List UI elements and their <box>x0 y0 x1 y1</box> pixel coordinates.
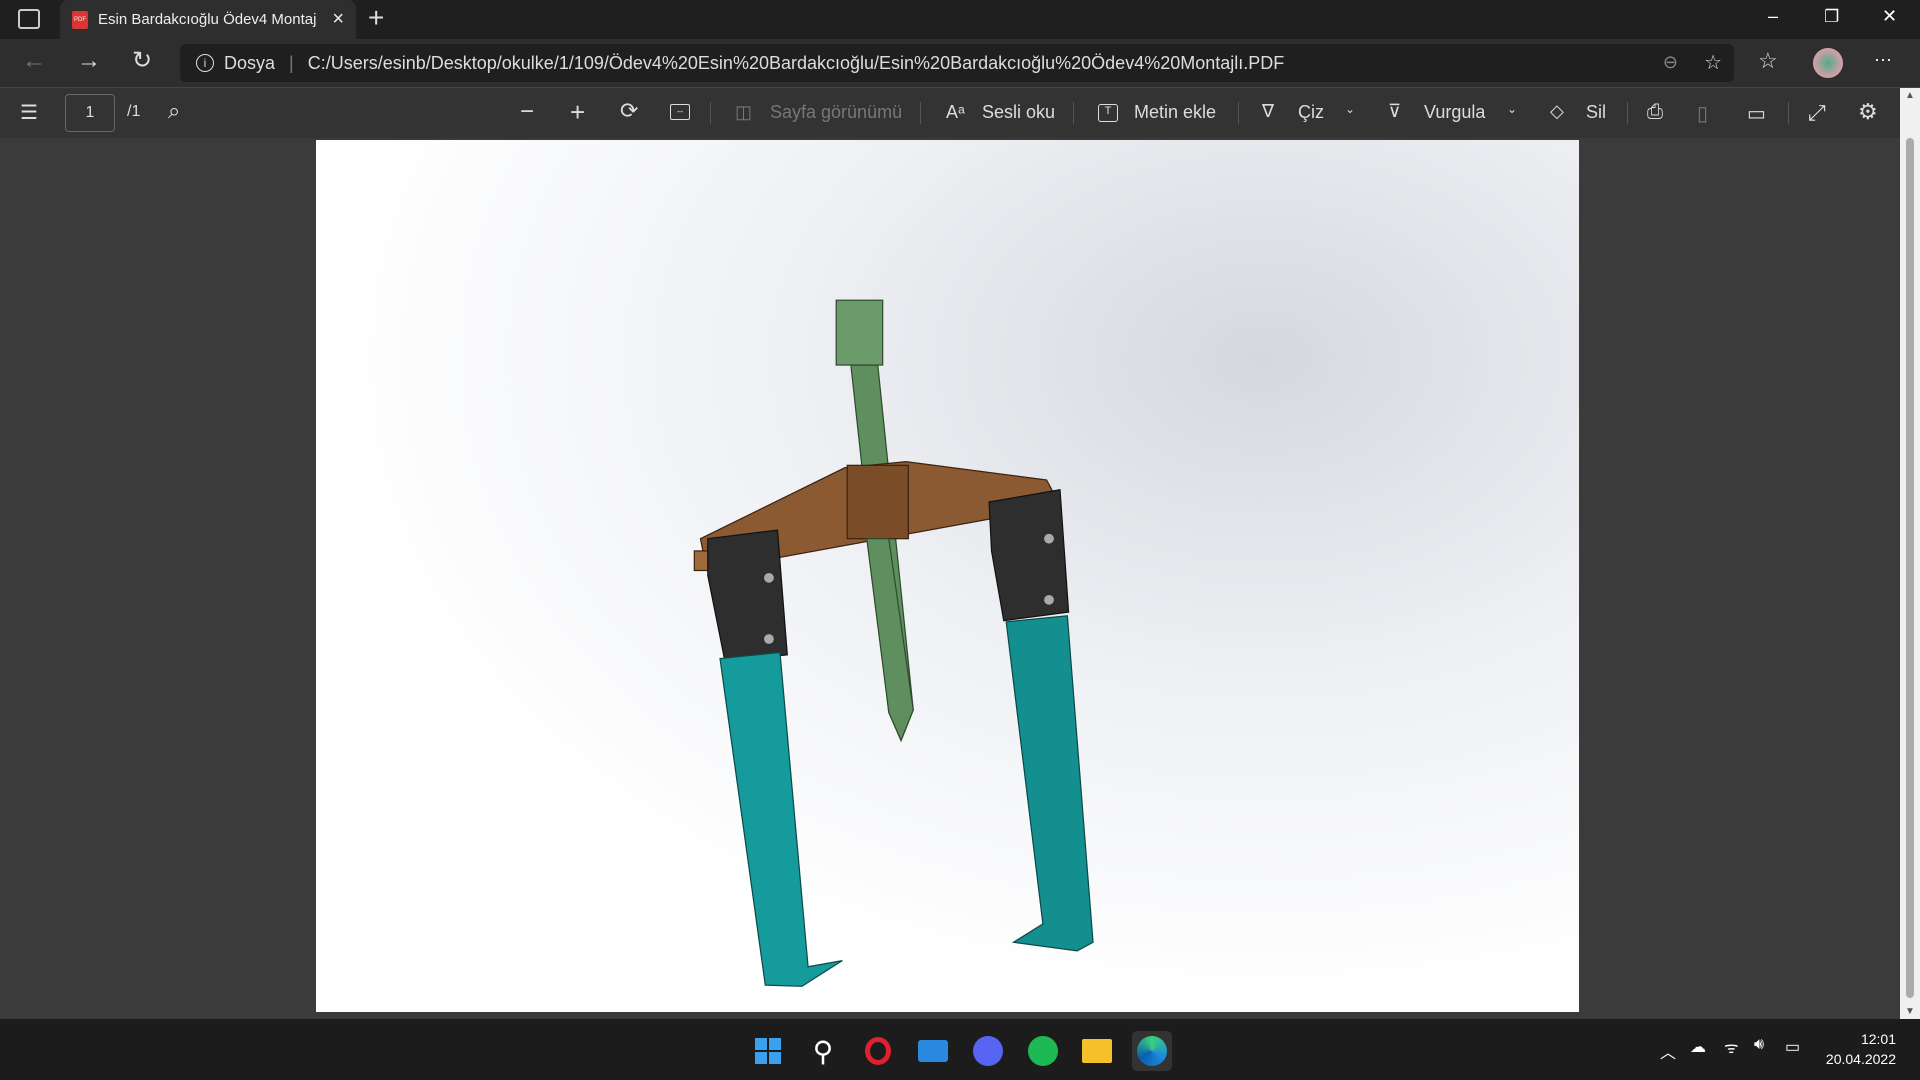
onedrive-cloud-icon[interactable]: ☁ <box>1690 1037 1706 1057</box>
vertical-scrollbar[interactable]: ▲ ▼ <box>1900 88 1920 1019</box>
zoom-out-button[interactable]: − <box>520 98 534 126</box>
add-favorite-icon[interactable]: ☆ <box>1704 50 1722 75</box>
save-as-icon[interactable]: ▭ <box>1747 101 1766 126</box>
more-menu-button[interactable]: ··· <box>1874 49 1892 70</box>
fit-width-icon[interactable]: ↔ <box>670 104 690 120</box>
info-icon[interactable]: i <box>196 54 214 72</box>
save-icon: ▯ <box>1697 101 1708 126</box>
read-aloud-button[interactable]: Sesli oku <box>982 102 1055 123</box>
battery-charging-icon[interactable]: ▭ <box>1785 1037 1800 1057</box>
clock-time[interactable]: 12:01 <box>1861 1031 1896 1047</box>
rotate-icon[interactable]: ⟳ <box>620 98 638 124</box>
zoom-in-button[interactable]: + <box>570 97 585 128</box>
taskbar: ⚲ ︿ ☁ ᯤ 🔊︎ ▭ 12:01 20.04.2022 <box>0 1019 1920 1080</box>
search-icon[interactable]: ⚲ <box>803 1031 843 1071</box>
right-leg <box>1006 616 1093 951</box>
pdf-toolbar: ☰ 1 /1 ⌕ − + ⟳ ↔ ◫ Sayfa görünümü A︎ᵃ Se… <box>0 88 1900 138</box>
minimize-button[interactable]: – <box>1768 6 1778 27</box>
highlight-button[interactable]: Vurgula <box>1424 102 1485 123</box>
spotify-icon[interactable] <box>1023 1031 1063 1071</box>
page-view-icon: ◫ <box>735 102 752 123</box>
fullscreen-icon[interactable]: ⤢ <box>1808 100 1826 126</box>
read-aloud-icon: A︎ᵃ <box>946 102 965 123</box>
address-row: ← → ↻ i Dosya | C:/Users/esinb/Desktop/o… <box>0 39 1920 88</box>
back-arrow-icon[interactable]: ← <box>22 47 46 75</box>
page-total: /1 <box>127 103 140 121</box>
site-label: Dosya <box>224 53 275 74</box>
refresh-icon[interactable]: ↻ <box>132 46 152 75</box>
draw-pen-icon: ∇ <box>1262 101 1274 122</box>
text-box-icon: T <box>1098 104 1118 122</box>
contents-list-icon[interactable]: ☰ <box>20 100 38 125</box>
address-bar[interactable]: i Dosya | C:/Users/esinb/Desktop/okulke/… <box>180 44 1734 82</box>
mail-icon[interactable] <box>913 1031 953 1071</box>
yoke-center-block <box>847 465 908 538</box>
edge-icon[interactable] <box>1132 1031 1172 1071</box>
tray-chevron-up-icon[interactable]: ︿ <box>1660 1039 1676 1063</box>
pdf-icon: PDF <box>72 11 88 29</box>
close-window-button[interactable]: ✕ <box>1882 6 1897 27</box>
draw-chevron-down-icon[interactable]: ⌄ <box>1345 102 1355 116</box>
favorites-icon[interactable]: ☆ <box>1758 48 1778 74</box>
add-text-button[interactable]: Metin ekle <box>1134 102 1216 123</box>
volume-icon[interactable]: 🔊︎ <box>1754 1036 1764 1054</box>
tab-actions-icon[interactable] <box>18 9 40 29</box>
zoom-out-icon[interactable]: ⊖ <box>1663 52 1678 73</box>
right-jaw <box>989 490 1068 621</box>
pdf-page <box>316 140 1579 1012</box>
highlight-chevron-down-icon[interactable]: ⌄ <box>1507 102 1517 116</box>
file-explorer-icon[interactable] <box>1077 1031 1117 1071</box>
eraser-icon: ◇ <box>1550 101 1564 122</box>
erase-button[interactable]: Sil <box>1586 102 1606 123</box>
settings-gear-icon[interactable]: ⚙ <box>1858 99 1878 125</box>
print-icon[interactable]: ⎙ <box>1647 101 1663 124</box>
puller-assembly-image <box>316 140 1579 1012</box>
left-leg <box>720 652 842 986</box>
left-jaw <box>708 530 787 661</box>
new-tab-button[interactable]: + <box>368 2 384 34</box>
forward-arrow-icon[interactable]: → <box>77 47 101 75</box>
highlighter-icon: ⊽ <box>1388 101 1401 122</box>
screw-hex-head <box>836 300 882 365</box>
avatar[interactable] <box>1813 48 1843 78</box>
tab-title: Esin Bardakcıoğlu Ödev4 Montaj <box>98 11 324 28</box>
opera-icon[interactable] <box>858 1031 898 1071</box>
scrollbar-thumb[interactable] <box>1906 138 1914 998</box>
page-view-button: Sayfa görünümü <box>770 102 902 123</box>
tab-close-icon[interactable]: × <box>332 8 344 31</box>
tab-active[interactable]: PDF Esin Bardakcıoğlu Ödev4 Montaj × <box>60 0 356 39</box>
draw-button[interactable]: Çiz <box>1298 102 1324 123</box>
url-text[interactable]: C:/Users/esinb/Desktop/okulke/1/109/Ödev… <box>308 53 1285 74</box>
discord-icon[interactable] <box>968 1031 1008 1071</box>
clock-date[interactable]: 20.04.2022 <box>1826 1051 1896 1067</box>
start-windows-icon[interactable] <box>748 1031 788 1071</box>
tab-bar: PDF Esin Bardakcıoğlu Ödev4 Montaj × + –… <box>0 0 1920 39</box>
page-number-input[interactable]: 1 <box>65 94 115 132</box>
wifi-icon[interactable]: ᯤ <box>1724 1036 1739 1058</box>
restore-button[interactable]: ❐ <box>1824 7 1839 27</box>
search-icon[interactable]: ⌕ <box>168 98 180 124</box>
